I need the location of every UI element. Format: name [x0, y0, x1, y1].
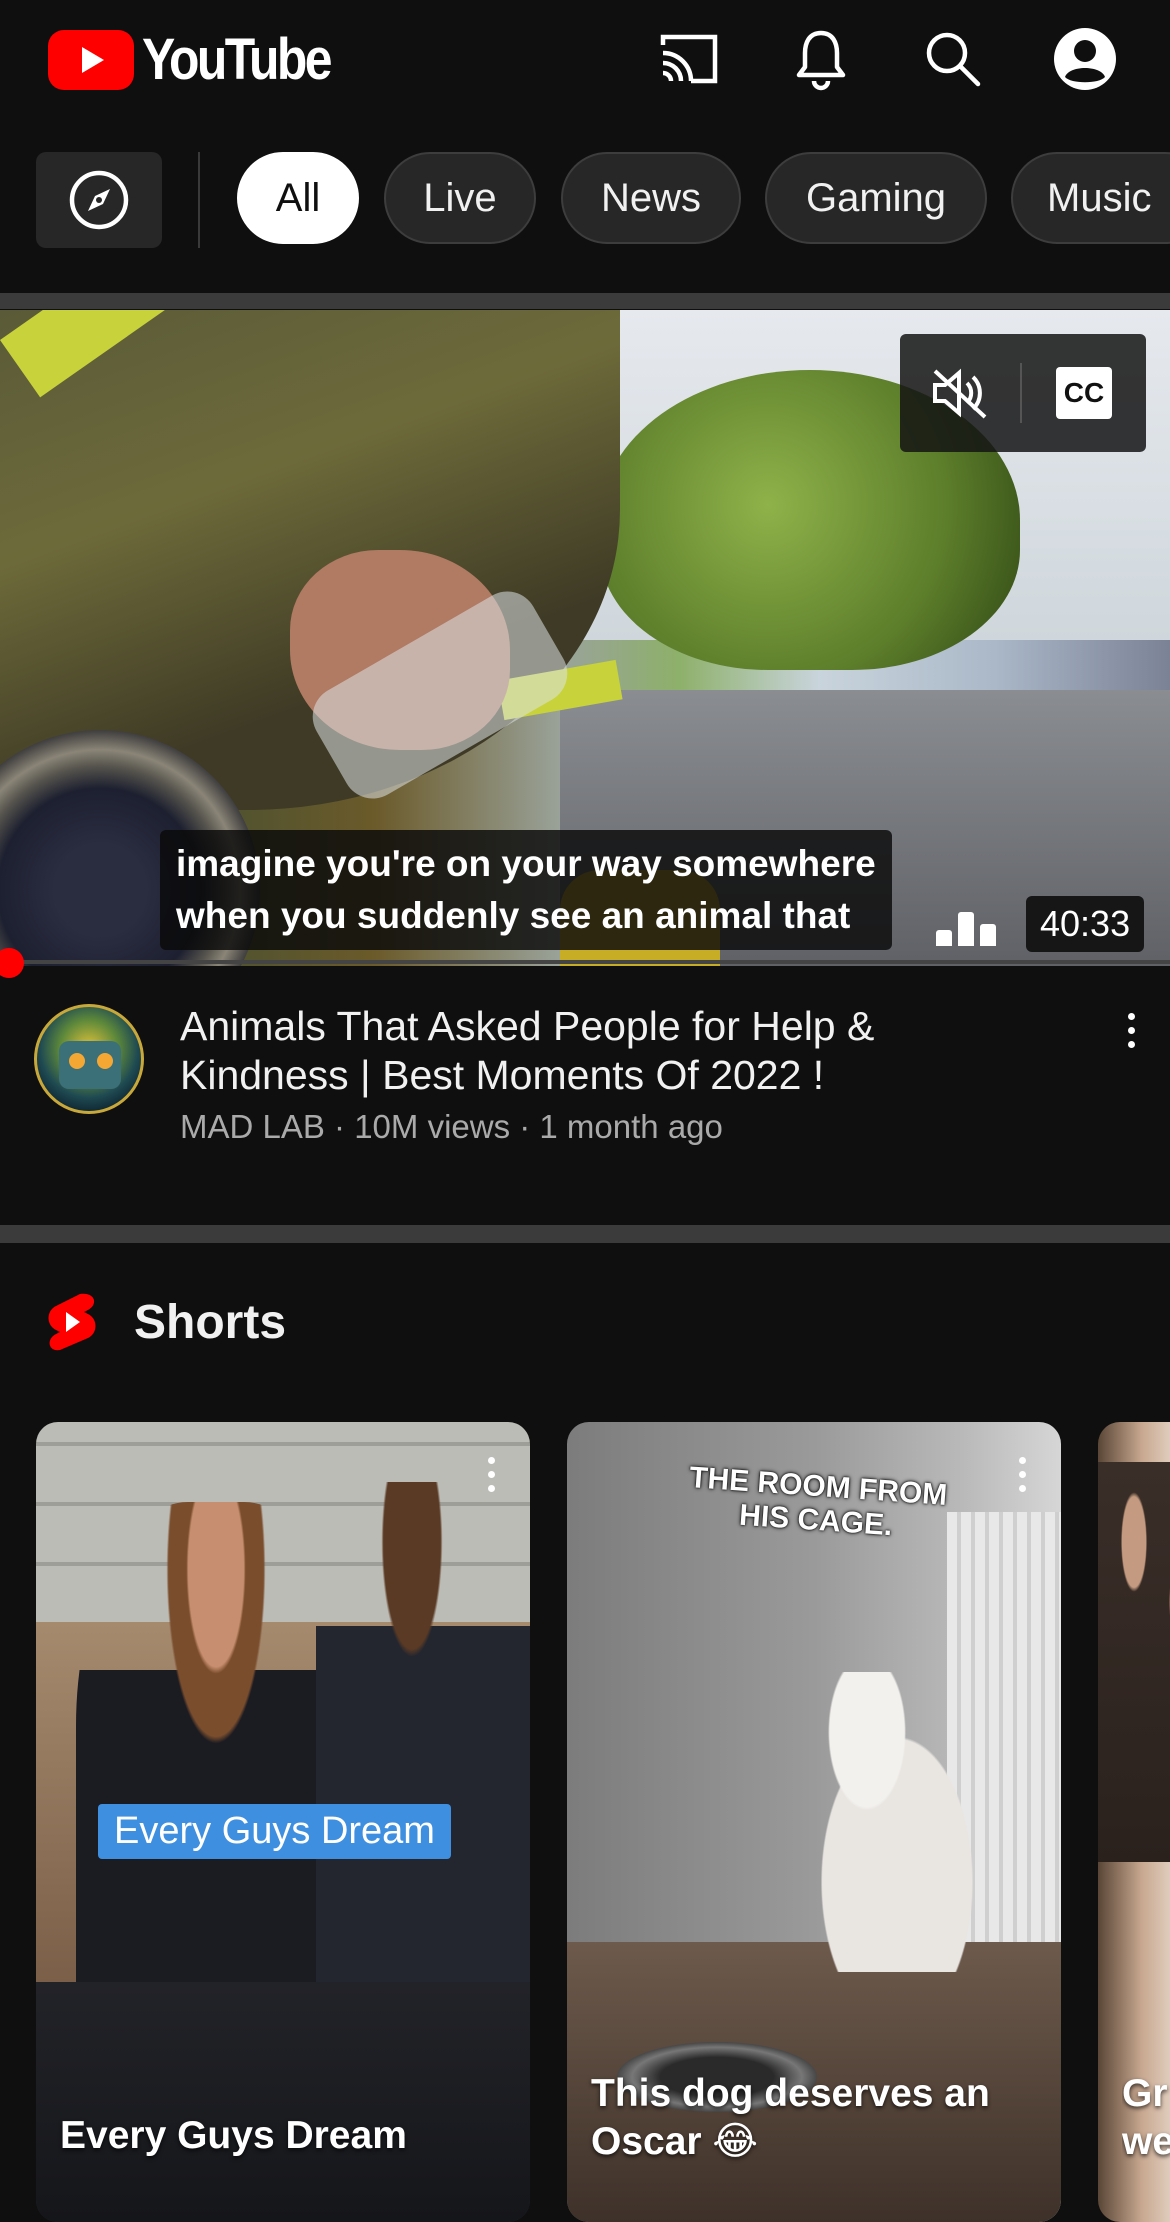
more-options-icon[interactable] [1007, 1444, 1037, 1504]
shorts-header: Shorts [46, 1292, 286, 1352]
video-progress-bar[interactable] [0, 960, 1170, 964]
top-app-bar: YouTube [0, 0, 1170, 118]
compass-icon [69, 170, 129, 230]
video-title[interactable]: Animals That Asked People for Help & Kin… [180, 1002, 1040, 1100]
volume-muted-icon [933, 368, 987, 419]
explore-button[interactable] [36, 152, 162, 248]
more-options-icon[interactable] [476, 1444, 506, 1504]
short-caption: Gr we [1122, 2072, 1170, 2163]
audio-bars-icon [936, 910, 996, 946]
shorts-icon [48, 1293, 96, 1351]
video-duration: 40:33 [1026, 896, 1145, 952]
chip-live[interactable]: Live [384, 152, 536, 244]
chip-news[interactable]: News [561, 152, 741, 244]
video-player[interactable]: CC imagine you're on your way somewhere … [0, 310, 1170, 966]
short-card[interactable]: THE ROOM FROM HIS CAGE. This dog deserve… [567, 1422, 1061, 2222]
channel-avatar[interactable] [34, 1004, 144, 1114]
subtitle-line: when you suddenly see an animal that [176, 895, 851, 936]
video-title-line: Animals That Asked People for Help & [180, 1003, 875, 1049]
chip-all[interactable]: All [237, 152, 359, 244]
short-caption: Every Guys Dream [60, 2114, 407, 2157]
play-icon [48, 29, 134, 90]
chip-gaming[interactable]: Gaming [765, 152, 987, 244]
shorts-title: Shorts [134, 1295, 287, 1349]
search-icon[interactable] [918, 24, 988, 94]
short-card[interactable]: Gr we [1098, 1422, 1170, 2222]
category-chips: All Live News Gaming Music [0, 150, 1170, 250]
more-options-icon[interactable] [1116, 1000, 1146, 1060]
progress-scrubber[interactable] [0, 948, 24, 978]
cast-icon[interactable] [654, 24, 724, 94]
video-subtitles: imagine you're on your way somewhere whe… [160, 830, 892, 950]
mute-button[interactable] [900, 367, 1020, 419]
notifications-icon[interactable] [786, 24, 856, 94]
subtitle-line: imagine you're on your way somewhere [176, 843, 876, 884]
chip-music[interactable]: Music [1011, 152, 1170, 244]
chip-divider [198, 152, 200, 248]
section-divider [0, 1225, 1170, 1243]
captions-button[interactable]: CC [1022, 367, 1146, 419]
video-metadata: MAD LAB · 10M views · 1 month ago [180, 1108, 723, 1145]
short-caption: This dog deserves an Oscar 😂 [591, 2072, 990, 2163]
section-divider [0, 293, 1170, 309]
player-controls: CC [900, 334, 1146, 452]
short-overlay-label: Every Guys Dream [98, 1804, 451, 1859]
cc-icon: CC [1056, 367, 1112, 419]
short-card[interactable]: Every Guys Dream Every Guys Dream [36, 1422, 530, 2222]
youtube-logo[interactable]: YouTube [48, 26, 360, 93]
logo-text: YouTube [142, 27, 332, 92]
account-icon[interactable] [1050, 24, 1120, 94]
video-title-line: Kindness | Best Moments Of 2022 ! [180, 1052, 825, 1098]
